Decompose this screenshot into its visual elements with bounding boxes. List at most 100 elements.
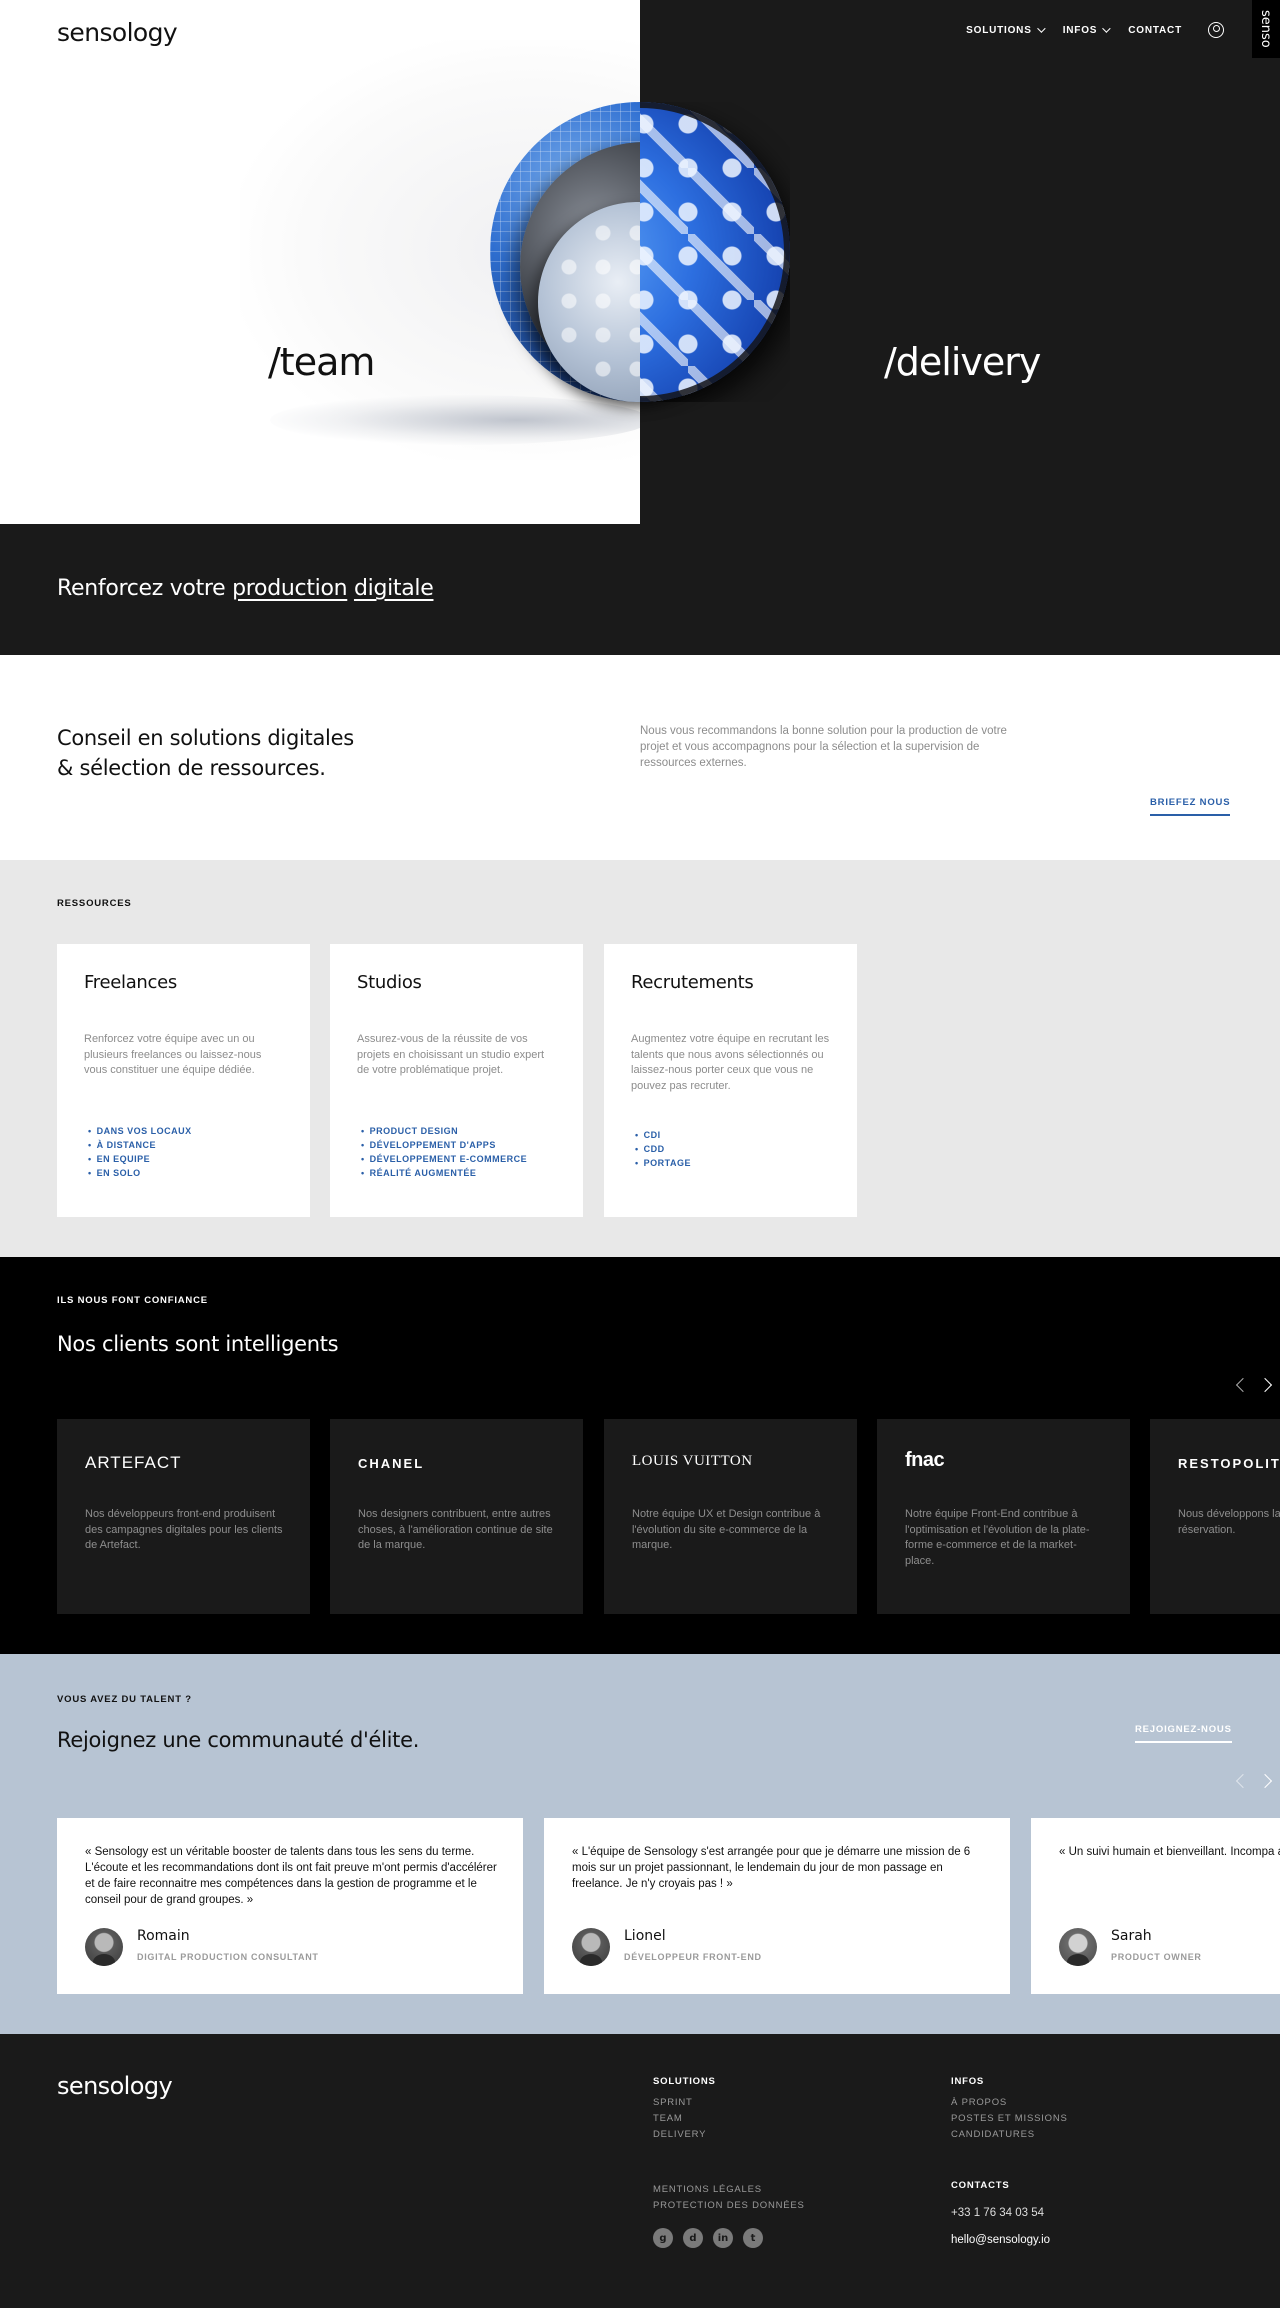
list-item: DÉVELOPPEMENT D'APPS bbox=[361, 1138, 527, 1152]
footer-link-candidatures[interactable]: CANDIDATURES bbox=[951, 2127, 1068, 2143]
client-card-artefact[interactable]: ARTEFACT Nos développeurs front-end prod… bbox=[57, 1419, 310, 1614]
client-card-chanel[interactable]: CHANEL Nos designers contribuent, entre … bbox=[330, 1419, 583, 1614]
list-item: EN EQUIPE bbox=[88, 1152, 192, 1166]
chevron-down-icon bbox=[1036, 24, 1046, 33]
resource-card-freelances[interactable]: Freelances Renforcez votre équipe avec u… bbox=[57, 944, 310, 1217]
list-item: CDD bbox=[635, 1142, 691, 1156]
testimonial-card: « Sensology est un véritable booster de … bbox=[57, 1818, 523, 1994]
footer-link-team[interactable]: TEAM bbox=[653, 2111, 716, 2127]
chevron-down-icon bbox=[1102, 24, 1111, 33]
resource-card-list: PRODUCT DESIGN DÉVELOPPEMENT D'APPS DÉVE… bbox=[361, 1124, 527, 1180]
client-card-louis-vuitton[interactable]: LOUIS VUITTON Notre équipe UX et Design … bbox=[604, 1419, 857, 1614]
banner-link-production[interactable]: production bbox=[232, 576, 347, 601]
chevron-left-icon[interactable] bbox=[1235, 1773, 1251, 1789]
ressources-section: RESSOURCES Freelances Renforcez votre éq… bbox=[0, 860, 1280, 1257]
hero-team-word[interactable]: /team bbox=[268, 340, 375, 384]
top-nav: SOLUTIONS INFOS CONTACT bbox=[966, 22, 1224, 38]
client-logo-artefact: ARTEFACT bbox=[85, 1453, 182, 1472]
nav-solutions-label: SOLUTIONS bbox=[966, 24, 1032, 36]
community-title: Rejoignez une communauté d'élite. bbox=[57, 1728, 420, 1752]
footer-email[interactable]: hello@sensology.io bbox=[951, 2234, 1050, 2246]
dribbble-icon[interactable]: d bbox=[683, 2228, 703, 2248]
footer-socials: g d in t bbox=[653, 2228, 763, 2248]
clients-carousel-arrows bbox=[1235, 1377, 1273, 1393]
footer-link-postes[interactable]: POSTES ET MISSIONS bbox=[951, 2111, 1068, 2127]
testimonial-card: « Un suivi humain et bienveillant. Incom… bbox=[1031, 1818, 1280, 1994]
footer-contacts: CONTACTS +33 1 76 34 03 54 hello@sensolo… bbox=[951, 2180, 1050, 2261]
chevron-right-icon[interactable] bbox=[1257, 1773, 1273, 1789]
footer-link-mentions[interactable]: MENTIONS LÉGALES bbox=[653, 2182, 805, 2198]
banner-heading: Renforcez votre production digitale bbox=[57, 576, 434, 601]
footer-infos: INFOS À PROPOS POSTES ET MISSIONS CANDID… bbox=[951, 2076, 1068, 2143]
resource-card-text: Augmentez votre équipe en recrutant les … bbox=[631, 1033, 830, 1092]
list-item: DANS VOS LOCAUX bbox=[88, 1124, 192, 1138]
resource-card-studios[interactable]: Studios Assurez-vous de la réussite de v… bbox=[330, 944, 583, 1217]
footer-link-protection[interactable]: PROTECTION DES DONNÉES bbox=[653, 2198, 805, 2214]
resource-card-title: Recrutements bbox=[631, 972, 754, 993]
linkedin-icon[interactable]: in bbox=[713, 2228, 733, 2248]
production-banner: Renforcez votre production digitale bbox=[0, 524, 1280, 655]
ressources-label: RESSOURCES bbox=[57, 898, 132, 909]
footer-phone[interactable]: +33 1 76 34 03 54 bbox=[951, 2207, 1050, 2219]
testimonial-quote: « Un suivi humain et bienveillant. Incom… bbox=[1059, 1846, 1280, 1858]
side-tab[interactable]: senso bbox=[1252, 0, 1280, 58]
list-item: RÉALITÉ AUGMENTÉE bbox=[361, 1166, 527, 1180]
footer-solutions: SOLUTIONS SPRINT TEAM DELIVERY bbox=[653, 2076, 716, 2143]
footer-logo[interactable]: sensology bbox=[57, 2072, 173, 2100]
rejoignez-nous-button[interactable]: REJOIGNEZ-NOUS bbox=[1135, 1724, 1232, 1743]
testimonials-carousel-arrows bbox=[1235, 1773, 1273, 1789]
hero: /team /delivery sensology SOLUTIONS INFO… bbox=[0, 0, 1280, 524]
chevron-right-icon[interactable] bbox=[1257, 1377, 1273, 1393]
conseil-title: Conseil en solutions digitales & sélecti… bbox=[57, 723, 417, 783]
resource-card-text: Assurez-vous de la réussite de vos proje… bbox=[357, 1033, 545, 1076]
hero-delivery-word[interactable]: /delivery bbox=[884, 340, 1041, 384]
conseil-section: Conseil en solutions digitales & sélecti… bbox=[0, 655, 1280, 860]
client-card-text: Nos designers contribuent, entre autres … bbox=[358, 1508, 553, 1551]
testimonial-quote: « Sensology est un véritable booster de … bbox=[85, 1846, 497, 1906]
client-card-text: Notre équipe Front-End contribue à l'opt… bbox=[905, 1508, 1090, 1567]
client-logo-louis-vuitton: LOUIS VUITTON bbox=[632, 1453, 753, 1469]
resource-card-recrutements[interactable]: Recrutements Augmentez votre équipe en r… bbox=[604, 944, 857, 1217]
user-account-icon[interactable] bbox=[1208, 22, 1224, 38]
resource-card-title: Studios bbox=[357, 972, 422, 993]
avatar bbox=[572, 1928, 610, 1966]
community-section: VOUS AVEZ DU TALENT ? Rejoignez une comm… bbox=[0, 1654, 1280, 2034]
testimonial-card: « L'équipe de Sensology s'est arrangée p… bbox=[544, 1818, 1010, 1994]
list-item: PRODUCT DESIGN bbox=[361, 1124, 527, 1138]
side-tab-label: senso bbox=[1258, 10, 1273, 48]
nav-contact[interactable]: CONTACT bbox=[1128, 25, 1182, 36]
footer-contacts-head: CONTACTS bbox=[951, 2180, 1010, 2191]
client-logo-chanel: CHANEL bbox=[358, 1456, 425, 1471]
testimonial-name: Sarah bbox=[1111, 1928, 1152, 1944]
client-card-restopolitan[interactable]: RESTOPOLITAN Nous développons la version… bbox=[1150, 1419, 1280, 1614]
hero-sphere-illustration bbox=[490, 102, 790, 402]
briefez-nous-button[interactable]: BRIEFEZ NOUS bbox=[1150, 797, 1231, 816]
sphere-shadow bbox=[270, 395, 640, 445]
chevron-left-icon[interactable] bbox=[1235, 1377, 1251, 1393]
resource-card-list: CDI CDD PORTAGE bbox=[635, 1128, 691, 1170]
nav-infos[interactable]: INFOS bbox=[1063, 24, 1111, 36]
conseil-title-line2: & sélection de ressources. bbox=[57, 756, 326, 780]
brand-logo[interactable]: sensology bbox=[57, 18, 178, 47]
footer-legal: MENTIONS LÉGALES PROTECTION DES DONNÉES bbox=[653, 2182, 805, 2214]
github-icon[interactable]: g bbox=[653, 2228, 673, 2248]
footer: sensology SOLUTIONS SPRINT TEAM DELIVERY… bbox=[0, 2034, 1280, 2308]
resource-card-text: Renforcez votre équipe avec un ou plusie… bbox=[84, 1033, 262, 1076]
footer-link-a-propos[interactable]: À PROPOS bbox=[951, 2095, 1068, 2111]
client-card-fnac[interactable]: fnac Notre équipe Front-End contribue à … bbox=[877, 1419, 1130, 1614]
list-item: À DISTANCE bbox=[88, 1138, 192, 1152]
client-card-text: Notre équipe UX et Design contribue à l'… bbox=[632, 1508, 821, 1551]
testimonial-role: PRODUCT OWNER bbox=[1111, 1952, 1202, 1962]
banner-link-digitale[interactable]: digitale bbox=[354, 576, 434, 601]
resource-card-title: Freelances bbox=[84, 972, 177, 993]
footer-link-delivery[interactable]: DELIVERY bbox=[653, 2127, 716, 2143]
twitter-icon[interactable]: t bbox=[743, 2228, 763, 2248]
footer-infos-head: INFOS bbox=[951, 2076, 985, 2087]
client-card-text: Nous développons la version mobile de l … bbox=[1178, 1508, 1280, 1536]
clients-title: Nos clients sont intelligents bbox=[57, 1332, 339, 1356]
footer-link-sprint[interactable]: SPRINT bbox=[653, 2095, 716, 2111]
nav-solutions[interactable]: SOLUTIONS bbox=[966, 24, 1046, 36]
testimonial-role: DÉVELOPPEUR FRONT-END bbox=[624, 1952, 762, 1962]
client-card-text: Nos développeurs front-end produisent de… bbox=[85, 1508, 283, 1551]
testimonial-name: Romain bbox=[137, 1928, 190, 1944]
